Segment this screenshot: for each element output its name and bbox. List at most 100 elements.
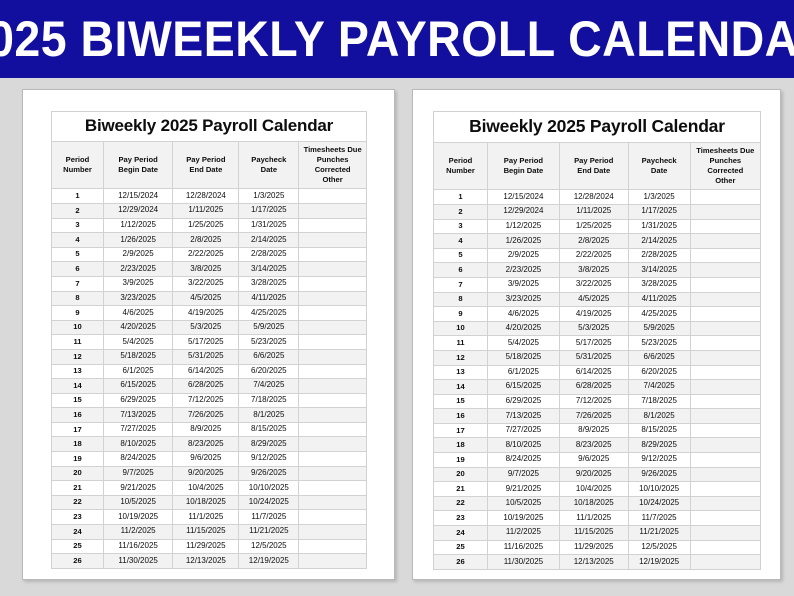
cell-pay-period-end-date: 5/3/2025 [172, 319, 240, 336]
cell-timesheets-due [298, 553, 367, 569]
table-row: 16 7/13/2025 7/26/2025 8/1/2025 [433, 408, 762, 424]
cell-paycheck-date: 3/14/2025 [238, 261, 300, 277]
cell-pay-period-begin-date: 11/30/2025 [486, 554, 560, 570]
cell-period-number: 12 [433, 349, 488, 366]
cell-pay-period-begin-date: 1/12/2025 [102, 217, 174, 234]
cell-period-number: 15 [433, 393, 488, 410]
cell-pay-period-begin-date: 10/5/2025 [486, 495, 560, 512]
cell-period-number: 16 [51, 407, 104, 423]
table-row: 15 6/29/2025 7/12/2025 7/18/2025 [433, 393, 762, 410]
cell-pay-period-end-date: 12/13/2025 [558, 554, 629, 570]
cell-paycheck-date: 9/12/2025 [627, 452, 691, 468]
table-row: 4 1/26/2025 2/8/2025 2/14/2025 [51, 232, 367, 248]
cell-timesheets-due [298, 436, 367, 453]
cell-pay-period-end-date: 9/6/2025 [172, 451, 240, 467]
cell-paycheck-date: 1/31/2025 [238, 217, 300, 234]
cell-pay-period-begin-date: 10/5/2025 [102, 494, 174, 511]
cell-paycheck-date: 9/26/2025 [627, 466, 691, 483]
cell-paycheck-date: 4/25/2025 [627, 306, 691, 322]
table-row: 14 6/15/2025 6/28/2025 7/4/2025 [433, 379, 762, 395]
cell-pay-period-end-date: 3/8/2025 [558, 262, 629, 278]
cell-pay-period-end-date: 10/18/2025 [172, 494, 240, 511]
cell-paycheck-date: 8/15/2025 [627, 422, 691, 439]
cell-pay-period-begin-date: 8/24/2025 [486, 452, 560, 468]
cell-timesheets-due [689, 247, 762, 264]
column-header-timesheets-due: Timesheets Due Punches Corrected Other [689, 141, 762, 191]
banner-title: 2025 BIWEEKLY PAYROLL CALENDAR [0, 11, 794, 67]
cell-timesheets-due [298, 261, 367, 277]
cell-paycheck-date: 4/25/2025 [238, 305, 300, 321]
cell-pay-period-begin-date: 11/30/2025 [102, 553, 174, 569]
table-row: 13 6/1/2025 6/14/2025 6/20/2025 [433, 364, 762, 381]
cell-timesheets-due [298, 378, 367, 394]
cell-timesheets-due [689, 422, 762, 439]
table-row: 17 7/27/2025 8/9/2025 8/15/2025 [433, 422, 762, 439]
cell-period-number: 10 [433, 320, 488, 337]
cell-pay-period-end-date: 9/20/2025 [558, 466, 629, 483]
table-row: 8 3/23/2025 4/5/2025 4/11/2025 [433, 291, 762, 308]
cell-period-number: 25 [433, 539, 488, 556]
cell-pay-period-begin-date: 9/7/2025 [102, 465, 174, 482]
cell-pay-period-begin-date: 7/13/2025 [102, 407, 174, 423]
table-row: 8 3/23/2025 4/5/2025 4/11/2025 [51, 290, 367, 307]
column-header-timesheets-due: Timesheets Due Punches Corrected Other [298, 140, 367, 190]
cell-timesheets-due [298, 451, 367, 467]
cell-paycheck-date: 7/4/2025 [238, 378, 300, 394]
table-header-row: Period Number Pay Period Begin Date Pay Peri… [51, 140, 367, 190]
cell-timesheets-due [689, 466, 762, 483]
cell-timesheets-due [689, 349, 762, 366]
cell-timesheets-due [298, 188, 367, 204]
cell-timesheets-due [298, 348, 367, 365]
table-body-left: 1 12/15/2024 12/28/2024 1/3/2025 2 12/29/2024… [51, 188, 367, 569]
cell-paycheck-date: 5/9/2025 [238, 319, 300, 336]
table-row: 12 5/18/2025 5/31/2025 6/6/2025 [433, 349, 762, 366]
cell-period-number: 22 [51, 494, 104, 511]
table-row: 23 10/19/2025 11/1/2025 11/7/2025 [433, 510, 762, 527]
cell-paycheck-date: 5/23/2025 [627, 335, 691, 351]
cell-pay-period-begin-date: 5/4/2025 [102, 334, 174, 350]
cell-timesheets-due [298, 275, 367, 292]
table-row: 7 3/9/2025 3/22/2025 3/28/2025 [433, 276, 762, 293]
cell-timesheets-due [298, 524, 367, 540]
table-row: 18 8/10/2025 8/23/2025 8/29/2025 [433, 437, 762, 454]
cell-paycheck-date: 10/24/2025 [627, 495, 691, 512]
cell-pay-period-end-date: 1/25/2025 [172, 217, 240, 234]
cell-paycheck-date: 6/6/2025 [238, 348, 300, 365]
cell-timesheets-due [689, 481, 762, 497]
cell-pay-period-end-date: 3/8/2025 [172, 261, 240, 277]
cell-pay-period-begin-date: 10/19/2025 [486, 510, 560, 527]
cell-pay-period-begin-date: 8/10/2025 [486, 437, 560, 454]
table-row: 9 4/6/2025 4/19/2025 4/25/2025 [433, 306, 762, 322]
cell-timesheets-due [298, 392, 367, 409]
cell-paycheck-date: 8/29/2025 [238, 436, 300, 453]
table-title: Biweekly 2025 Payroll Calendar [433, 111, 761, 143]
cell-pay-period-end-date: 11/29/2025 [172, 538, 240, 555]
cell-paycheck-date: 3/28/2025 [238, 275, 300, 292]
cell-timesheets-due [689, 189, 762, 205]
table-row: 26 11/30/2025 12/13/2025 12/19/2025 [433, 554, 762, 570]
cell-pay-period-begin-date: 11/16/2025 [102, 538, 174, 555]
table-body-right: 1 12/15/2024 12/28/2024 1/3/2025 2 12/29/2024… [433, 189, 762, 570]
cell-paycheck-date: 3/28/2025 [627, 276, 691, 293]
cell-pay-period-end-date: 7/12/2025 [172, 392, 240, 409]
payroll-table-left: Biweekly 2025 Payroll Calendar Period Num… [51, 111, 367, 569]
table-column-header-left: Period Number Pay Period Begin Date Pay Peri… [51, 140, 367, 190]
cell-paycheck-date: 8/29/2025 [627, 437, 691, 454]
cell-paycheck-date: 3/14/2025 [627, 262, 691, 278]
cell-paycheck-date: 11/21/2025 [627, 525, 691, 541]
column-header-pay-period-begin-date: Pay Period Begin Date [486, 141, 560, 191]
cell-period-number: 22 [433, 495, 488, 512]
cell-timesheets-due [689, 539, 762, 556]
cell-period-number: 4 [433, 233, 488, 249]
cell-pay-period-end-date: 11/1/2025 [558, 510, 629, 527]
cell-timesheets-due [689, 233, 762, 249]
page-banner: 2025 BIWEEKLY PAYROLL CALENDAR [0, 0, 794, 78]
cell-pay-period-begin-date: 8/24/2025 [102, 451, 174, 467]
cell-period-number: 3 [51, 217, 104, 234]
cell-paycheck-date: 11/7/2025 [238, 509, 300, 526]
cell-pay-period-end-date: 5/31/2025 [172, 348, 240, 365]
cell-pay-period-begin-date: 1/26/2025 [102, 232, 174, 248]
cell-timesheets-due [689, 291, 762, 308]
cell-period-number: 12 [51, 348, 104, 365]
cell-period-number: 6 [51, 261, 104, 277]
